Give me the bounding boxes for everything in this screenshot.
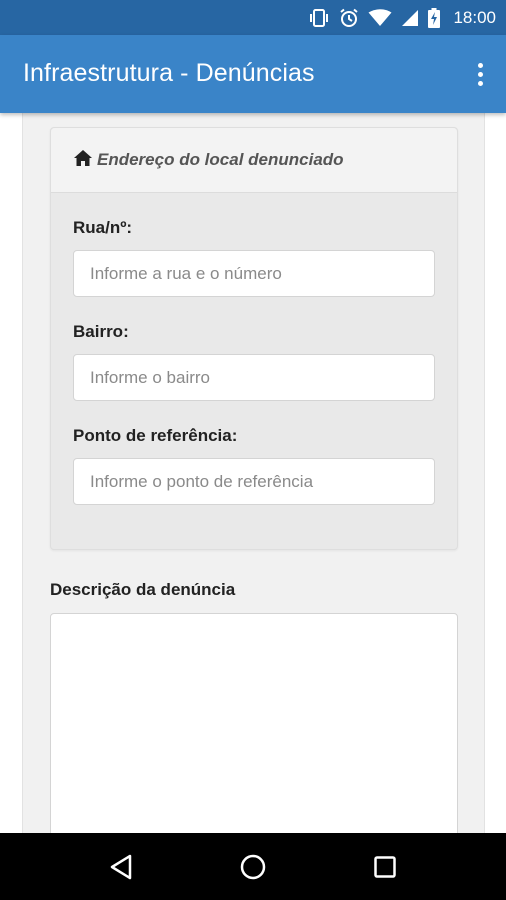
neighborhood-input[interactable] bbox=[73, 354, 435, 401]
recents-icon[interactable] bbox=[355, 837, 415, 897]
address-card-header: Endereço do local denunciado bbox=[51, 128, 457, 193]
more-vert-icon[interactable] bbox=[468, 57, 492, 91]
address-card-title: Endereço do local denunciado bbox=[97, 150, 344, 169]
app-bar: Infraestrutura - Denúncias bbox=[0, 35, 506, 113]
neighborhood-label: Bairro: bbox=[73, 322, 129, 341]
content-area[interactable]: Endereço do local denunciado Rua/nº: Bai… bbox=[0, 113, 506, 833]
signal-icon bbox=[401, 9, 419, 27]
battery-charging-icon bbox=[428, 7, 441, 28]
street-label: Rua/nº: bbox=[73, 218, 133, 237]
navigation-bar bbox=[0, 833, 506, 900]
home-circle-icon[interactable] bbox=[223, 837, 283, 897]
reference-label: Ponto de referência: bbox=[73, 426, 238, 445]
back-icon[interactable] bbox=[91, 837, 151, 897]
reference-input[interactable] bbox=[73, 458, 435, 505]
app-title: Infraestrutura - Denúncias bbox=[23, 59, 315, 87]
alarm-icon bbox=[339, 8, 359, 28]
description-textarea[interactable] bbox=[50, 613, 458, 833]
status-time: 18:00 bbox=[453, 7, 496, 27]
address-card: Endereço do local denunciado Rua/nº: Bai… bbox=[50, 127, 458, 550]
home-icon bbox=[73, 149, 93, 172]
status-bar: 18:00 bbox=[0, 0, 506, 35]
vibrate-icon bbox=[308, 8, 330, 27]
status-icons: 18:00 bbox=[308, 0, 496, 35]
street-input[interactable] bbox=[73, 250, 435, 297]
wifi-icon bbox=[368, 8, 392, 27]
description-label: Descrição da denúncia bbox=[50, 580, 236, 599]
